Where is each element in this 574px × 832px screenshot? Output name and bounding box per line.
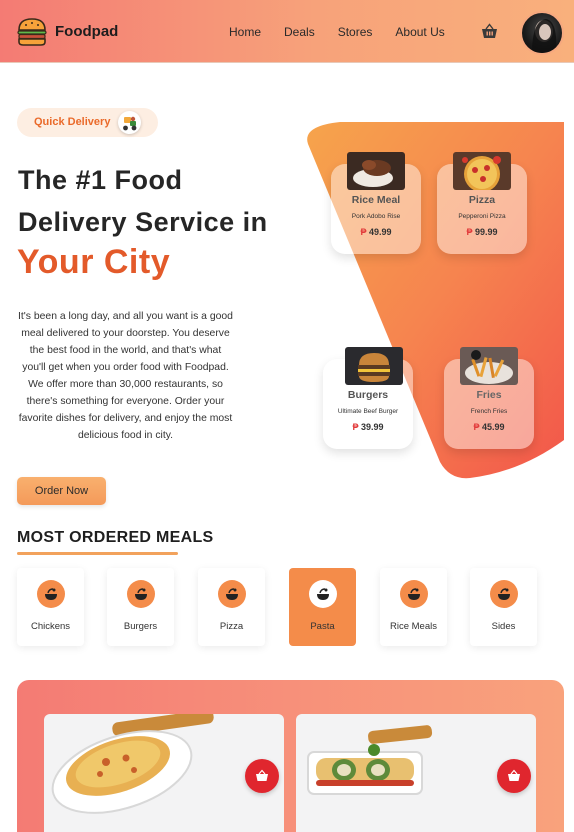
currency-symbol: ₱ [466, 227, 473, 237]
nav-link-about-us[interactable]: About Us [395, 25, 444, 39]
food-bowl-icon [127, 580, 155, 608]
category-rice-meals[interactable]: Rice Meals [380, 568, 447, 646]
food-bowl-icon [490, 580, 518, 608]
nav-link-stores[interactable]: Stores [338, 25, 373, 39]
food-bowl-icon [309, 580, 337, 608]
food-name: Rice Meal [351, 194, 401, 206]
food-price: ₱ 45.99 [444, 422, 534, 432]
category-chickens[interactable]: Chickens [17, 568, 84, 646]
basket-icon[interactable] [481, 23, 498, 40]
section-underline [17, 552, 178, 555]
featured-card-burgers[interactable]: Burgers Ultimate Beef Burger ₱ 39.99 [323, 347, 413, 449]
rice-meal-image [347, 152, 405, 190]
nav-link-home[interactable]: Home [229, 25, 261, 39]
category-label: Pasta [310, 621, 335, 632]
add-to-cart-button[interactable] [245, 759, 279, 793]
food-price: ₱ 39.99 [323, 422, 413, 432]
featured-card-pizza[interactable]: Pizza Pepperoni Pizza ₱ 99.99 [437, 152, 527, 254]
category-list: Chickens Burgers Pizza Pasta Rice Meals … [17, 568, 547, 646]
category-label: Pizza [219, 621, 244, 632]
most-ordered-title: MOST ORDERED MEALS [17, 529, 214, 546]
add-to-cart-button[interactable] [497, 759, 531, 793]
badge-label: Quick Delivery [34, 116, 111, 128]
currency-symbol: ₱ [352, 422, 359, 432]
burger-logo-icon[interactable] [15, 15, 49, 49]
menu-card-lasagna[interactable] [44, 714, 284, 832]
fries-image [460, 347, 518, 385]
category-pasta[interactable]: Pasta [289, 568, 356, 646]
hero-title-line2: Delivery Service in [18, 207, 268, 237]
category-label: Rice Meals [390, 621, 437, 632]
quick-delivery-badge: Quick Delivery [17, 108, 158, 137]
food-bowl-icon [37, 580, 65, 608]
hero-title: The #1 Food Delivery Service in [18, 159, 268, 243]
category-label: Burgers [123, 621, 158, 632]
menu-panel [17, 680, 564, 832]
food-item: French Fries [470, 408, 508, 415]
hero-title-accent: Your City [17, 243, 171, 281]
food-item: Pork Adobo Rise [351, 213, 401, 220]
price-value: 39.99 [361, 422, 384, 432]
price-value: 45.99 [482, 422, 505, 432]
food-bowl-icon [218, 580, 246, 608]
hero-description: It's been a long day, and all you want i… [18, 311, 233, 441]
avatar[interactable] [520, 11, 564, 55]
category-label: Sides [491, 621, 516, 632]
food-name: Pizza [468, 194, 496, 206]
food-price: ₱ 49.99 [331, 227, 421, 237]
featured-card-rice-meal[interactable]: Rice Meal Pork Adobo Rise ₱ 49.99 [331, 152, 421, 254]
food-item: Ultimate Beef Burger [337, 408, 399, 415]
hero-title-line1: The #1 Food [18, 165, 183, 195]
food-name: Burgers [347, 389, 389, 401]
category-burgers[interactable]: Burgers [107, 568, 174, 646]
order-now-button[interactable]: Order Now [17, 477, 106, 505]
nav-links: Home Deals Stores About Us [229, 25, 468, 39]
food-price: ₱ 99.99 [437, 227, 527, 237]
user-photo [532, 19, 557, 53]
price-value: 99.99 [475, 227, 498, 237]
pizza-image [453, 152, 511, 190]
price-value: 49.99 [369, 227, 392, 237]
food-item: Pepperoni Pizza [458, 213, 506, 220]
menu-card-pasta-rolls[interactable] [296, 714, 536, 832]
navbar: Foodpad Home Deals Stores About Us [0, 0, 574, 63]
food-bowl-icon [400, 580, 428, 608]
category-pizza[interactable]: Pizza [198, 568, 265, 646]
basket-add-icon [508, 769, 520, 781]
burger-image [345, 347, 403, 385]
delivery-rider-icon [118, 111, 141, 134]
currency-symbol: ₱ [360, 227, 367, 237]
basket-add-icon [256, 769, 268, 781]
brand-name[interactable]: Foodpad [55, 23, 118, 40]
category-sides[interactable]: Sides [470, 568, 537, 646]
food-name: Fries [476, 389, 502, 401]
currency-symbol: ₱ [473, 422, 480, 432]
category-label: Chickens [30, 621, 71, 632]
nav-link-deals[interactable]: Deals [284, 25, 315, 39]
featured-card-fries[interactable]: Fries French Fries ₱ 45.99 [444, 347, 534, 449]
